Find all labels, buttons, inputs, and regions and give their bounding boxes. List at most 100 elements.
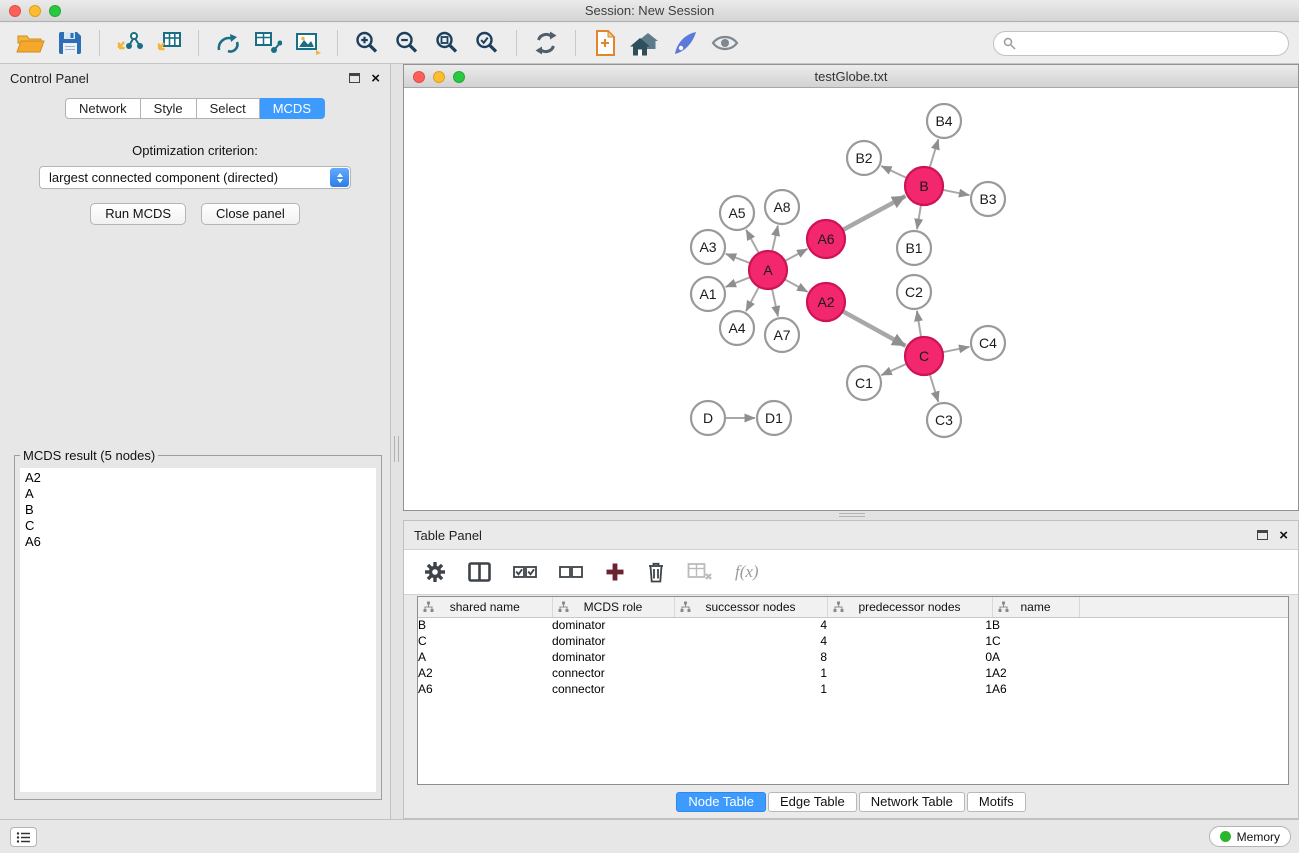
network-graph[interactable]: B4B2BB3A5A8A6B1A3AC2A1A2A4A7C4CC1C3DD1	[404, 89, 1289, 506]
zoom-fit-icon[interactable]	[427, 26, 467, 60]
refresh-icon[interactable]	[526, 26, 566, 60]
float-panel-icon[interactable]	[349, 73, 360, 83]
table-cell[interactable]: 1	[827, 617, 992, 633]
close-panel-button[interactable]: Close panel	[201, 203, 300, 225]
graph-edge-A-A5[interactable]	[746, 230, 759, 254]
select-all-icon[interactable]	[513, 565, 537, 579]
save-session-icon[interactable]	[50, 26, 90, 60]
import-network-from-file-icon[interactable]	[109, 26, 149, 60]
table-cell[interactable]: 0	[827, 649, 992, 665]
birdseye-view-icon[interactable]	[705, 26, 745, 60]
delete-column-icon[interactable]	[647, 561, 665, 583]
table-cell[interactable]: 1	[827, 681, 992, 697]
columns-icon[interactable]	[468, 562, 491, 582]
table-cell[interactable]: 1	[827, 665, 992, 681]
table-cell[interactable]: 4	[674, 617, 827, 633]
tab-mcds[interactable]: MCDS	[260, 98, 325, 119]
graph-node-D1[interactable]: D1	[757, 401, 791, 435]
graph-edge-C-C3[interactable]	[930, 374, 939, 402]
home-networks-icon[interactable]	[625, 26, 665, 60]
criterion-dropdown[interactable]: largest connected component (directed)	[39, 166, 351, 189]
table-cell[interactable]: 1	[674, 665, 827, 681]
table-cell[interactable]: 1	[827, 633, 992, 649]
graph-edge-C-C2[interactable]	[917, 311, 921, 337]
mcds-result-list[interactable]: A2ABCA6	[20, 468, 376, 792]
zoom-out-icon[interactable]	[387, 26, 427, 60]
memory-button[interactable]: Memory	[1209, 826, 1291, 847]
graph-node-A7[interactable]: A7	[765, 318, 799, 352]
graph-node-A6[interactable]: A6	[807, 220, 845, 258]
table-cell[interactable]: C	[418, 633, 552, 649]
deselect-all-icon[interactable]	[559, 565, 583, 579]
delete-table-icon[interactable]	[687, 562, 713, 582]
graph-node-A8[interactable]: A8	[765, 190, 799, 224]
graph-edge-A-A3[interactable]	[726, 254, 751, 263]
search-field[interactable]	[993, 31, 1289, 56]
gear-icon[interactable]	[424, 561, 446, 583]
mcds-result-item[interactable]: C	[20, 518, 376, 534]
run-mcds-button[interactable]: Run MCDS	[90, 203, 186, 225]
table-row[interactable]: A6connector11A6	[418, 681, 1288, 697]
mcds-result-item[interactable]: A6	[20, 534, 376, 550]
close-window-icon[interactable]	[9, 5, 21, 17]
mcds-result-item[interactable]: A2	[20, 470, 376, 486]
graphics-details-icon[interactable]	[665, 26, 705, 60]
graph-edge-A-A6[interactable]	[785, 249, 808, 261]
table-row[interactable]: Bdominator41B	[418, 617, 1288, 633]
table-cell[interactable]: A6	[992, 681, 1079, 697]
graph-node-A3[interactable]: A3	[691, 230, 725, 264]
close-table-panel-icon[interactable]: ×	[1279, 528, 1288, 543]
graph-edge-A2-C[interactable]	[843, 311, 906, 346]
column-header-name[interactable]: name	[992, 597, 1079, 617]
graph-edge-B-B2[interactable]	[881, 166, 907, 178]
table-cell[interactable]: C	[992, 633, 1079, 649]
table-row[interactable]: Adominator80A	[418, 649, 1288, 665]
table-cell[interactable]: A	[992, 649, 1079, 665]
table-cell[interactable]: 1	[674, 681, 827, 697]
column-header-shared-name[interactable]: shared name	[418, 597, 552, 617]
table-cell[interactable]: B	[418, 617, 552, 633]
graph-edge-C-C1[interactable]	[881, 364, 906, 375]
column-header-successor-nodes[interactable]: successor nodes	[674, 597, 827, 617]
graph-node-C1[interactable]: C1	[847, 366, 881, 400]
table-cell[interactable]: connector	[552, 681, 674, 697]
share-network-icon[interactable]	[208, 26, 248, 60]
table-cell[interactable]: dominator	[552, 633, 674, 649]
graph-edge-A-A4[interactable]	[746, 287, 759, 311]
graph-node-C2[interactable]: C2	[897, 275, 931, 309]
vertical-splitter[interactable]	[391, 64, 403, 819]
mcds-result-item[interactable]: B	[20, 502, 376, 518]
zoom-selected-icon[interactable]	[467, 26, 507, 60]
close-panel-icon[interactable]: ×	[371, 71, 380, 86]
zoom-in-icon[interactable]	[347, 26, 387, 60]
table-row[interactable]: Cdominator41C	[418, 633, 1288, 649]
graph-node-B4[interactable]: B4	[927, 104, 961, 138]
graph-edge-B-B3[interactable]	[943, 190, 970, 195]
graph-node-A4[interactable]: A4	[720, 311, 754, 345]
tab-motifs[interactable]: Motifs	[967, 792, 1026, 812]
minimize-view-icon[interactable]	[433, 71, 445, 83]
column-header-predecessor-nodes[interactable]: predecessor nodes	[827, 597, 992, 617]
graph-node-C3[interactable]: C3	[927, 403, 961, 437]
graph-node-C[interactable]: C	[905, 337, 943, 375]
graph-edge-A-A8[interactable]	[772, 226, 778, 252]
float-table-panel-icon[interactable]	[1257, 530, 1268, 540]
tab-edge-table[interactable]: Edge Table	[768, 792, 857, 812]
table-cell[interactable]: A2	[418, 665, 552, 681]
graph-node-B2[interactable]: B2	[847, 141, 881, 175]
tab-network-table[interactable]: Network Table	[859, 792, 965, 812]
mcds-result-item[interactable]: A	[20, 486, 376, 502]
first-neighbors-icon[interactable]	[585, 26, 625, 60]
tab-node-table[interactable]: Node Table	[676, 792, 766, 812]
table-cell[interactable]: 4	[674, 633, 827, 649]
graph-node-A5[interactable]: A5	[720, 196, 754, 230]
graph-node-A2[interactable]: A2	[807, 283, 845, 321]
export-image-icon[interactable]	[288, 26, 328, 60]
graph-edge-A-A2[interactable]	[785, 279, 808, 292]
zoom-view-icon[interactable]	[453, 71, 465, 83]
graph-node-B3[interactable]: B3	[971, 182, 1005, 216]
graph-node-A[interactable]: A	[749, 251, 787, 289]
table-cell[interactable]: A2	[992, 665, 1079, 681]
graph-edge-A-A1[interactable]	[726, 277, 751, 287]
table-cell[interactable]: dominator	[552, 649, 674, 665]
